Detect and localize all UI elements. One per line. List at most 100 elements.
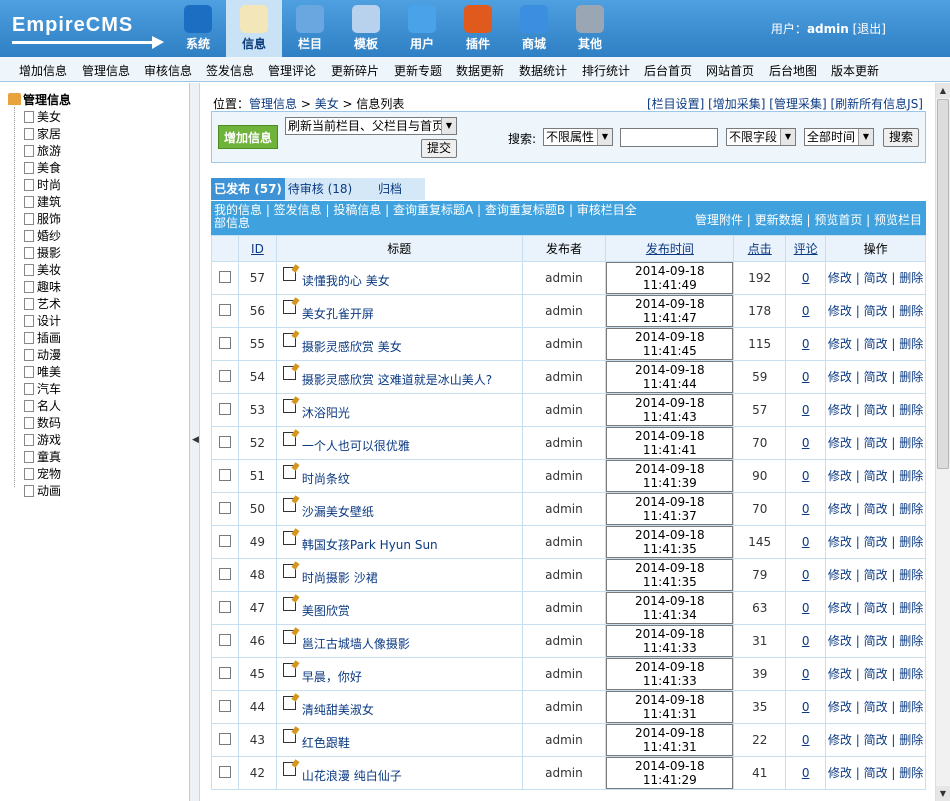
edit-document-icon[interactable] [282, 564, 296, 578]
scroll-thumb[interactable] [937, 99, 949, 469]
row-title-link[interactable]: 美女孔雀开屏 [302, 307, 374, 321]
edit-link[interactable]: 修改 [828, 304, 852, 318]
row-checkbox[interactable] [218, 270, 231, 283]
tree-item[interactable]: 美食 [24, 159, 61, 176]
tree-item[interactable]: 建筑 [24, 193, 61, 210]
nav-folder[interactable]: 栏目 [282, 0, 338, 57]
edit-link[interactable]: 修改 [828, 733, 852, 747]
action-links[interactable]: 管理附件 | 更新数据 | 预览首页 | 预览栏目 [695, 211, 922, 228]
scroll-down-icon[interactable]: ▼ [936, 786, 950, 801]
quick-edit-link[interactable]: 简改 [864, 667, 888, 681]
col-id[interactable]: ID [237, 235, 277, 262]
tab-published[interactable]: 已发布 (57) [211, 178, 285, 200]
row-title-link[interactable]: 读懂我的心 美女 [302, 274, 390, 288]
row-comments-link[interactable]: 0 [802, 403, 810, 417]
attribute-select[interactable]: 不限属性 ▼ [543, 128, 613, 146]
edit-document-icon[interactable] [282, 531, 296, 545]
row-title-link[interactable]: 红色跟鞋 [302, 736, 350, 750]
col-clicks[interactable]: 点击 [733, 235, 787, 262]
row-title-link[interactable]: 邕江古城墙人像摄影 [302, 637, 410, 651]
edit-link[interactable]: 修改 [828, 436, 852, 450]
row-time-field[interactable]: 2014-09-18 11:41:35 [606, 559, 734, 591]
row-time-field[interactable]: 2014-09-18 11:41:33 [606, 658, 734, 690]
edit-document-icon[interactable] [282, 696, 296, 710]
edit-link[interactable]: 修改 [828, 535, 852, 549]
row-time-field[interactable]: 2014-09-18 11:41:43 [606, 394, 734, 426]
tree-item[interactable]: 唯美 [24, 363, 61, 380]
row-checkbox[interactable] [218, 369, 231, 382]
edit-link[interactable]: 修改 [828, 469, 852, 483]
menu-item[interactable]: 更新碎片 [331, 62, 379, 79]
row-title-link[interactable]: 一个人也可以很优雅 [302, 439, 410, 453]
edit-link[interactable]: 修改 [828, 601, 852, 615]
row-time-field[interactable]: 2014-09-18 11:41:41 [606, 427, 734, 459]
row-comments-link[interactable]: 0 [802, 502, 810, 516]
row-time-field[interactable]: 2014-09-18 11:41:31 [606, 724, 734, 756]
menu-item[interactable]: 签发信息 [206, 62, 254, 79]
row-checkbox[interactable] [218, 633, 231, 646]
row-checkbox[interactable] [218, 402, 231, 415]
tree-item[interactable]: 服饰 [24, 210, 61, 227]
row-checkbox[interactable] [218, 732, 231, 745]
tree-item[interactable]: 美妆 [24, 261, 61, 278]
menu-item[interactable]: 后台地图 [769, 62, 817, 79]
quick-edit-link[interactable]: 简改 [864, 700, 888, 714]
row-time-field[interactable]: 2014-09-18 11:41:45 [606, 328, 734, 360]
row-comments-link[interactable]: 0 [802, 535, 810, 549]
delete-link[interactable]: 删除 [899, 469, 923, 483]
delete-link[interactable]: 删除 [899, 535, 923, 549]
breadcrumb-category[interactable]: 美女 [315, 97, 339, 111]
edit-document-icon[interactable] [282, 498, 296, 512]
quick-edit-link[interactable]: 简改 [864, 469, 888, 483]
edit-document-icon[interactable] [282, 729, 296, 743]
nav-user[interactable]: 用户 [394, 0, 450, 57]
row-title-link[interactable]: 韩国女孩Park Hyun Sun [302, 538, 438, 552]
row-comments-link[interactable]: 0 [802, 436, 810, 450]
edit-document-icon[interactable] [282, 432, 296, 446]
row-title-link[interactable]: 时尚条纹 [302, 472, 350, 486]
tree-item[interactable]: 数码 [24, 414, 61, 431]
row-title-link[interactable]: 沙漏美女壁纸 [302, 505, 374, 519]
edit-document-icon[interactable] [282, 333, 296, 347]
row-checkbox[interactable] [218, 336, 231, 349]
tree-item[interactable]: 名人 [24, 397, 61, 414]
delete-link[interactable]: 删除 [899, 733, 923, 747]
nav-globe[interactable]: 系统 [170, 0, 226, 57]
delete-link[interactable]: 删除 [899, 304, 923, 318]
keyword-input[interactable] [620, 128, 718, 147]
quick-edit-link[interactable]: 简改 [864, 766, 888, 780]
row-time-field[interactable]: 2014-09-18 11:41:44 [606, 361, 734, 393]
quick-edit-link[interactable]: 简改 [864, 535, 888, 549]
row-comments-link[interactable]: 0 [802, 304, 810, 318]
row-comments-link[interactable]: 0 [802, 601, 810, 615]
edit-link[interactable]: 修改 [828, 403, 852, 417]
row-checkbox[interactable] [218, 468, 231, 481]
delete-link[interactable]: 删除 [899, 568, 923, 582]
delete-link[interactable]: 删除 [899, 502, 923, 516]
row-title-link[interactable]: 清纯甜美淑女 [302, 703, 374, 717]
time-select[interactable]: 全部时间 ▼ [804, 128, 874, 146]
row-title-link[interactable]: 早晨，你好 [302, 670, 362, 684]
submit-button[interactable]: 提交 [421, 139, 457, 158]
tree-item[interactable]: 婚纱 [24, 227, 61, 244]
row-comments-link[interactable]: 0 [802, 469, 810, 483]
edit-document-icon[interactable] [282, 366, 296, 380]
scroll-up-icon[interactable]: ▲ [936, 83, 950, 98]
delete-link[interactable]: 删除 [899, 766, 923, 780]
menu-item[interactable]: 管理评论 [268, 62, 316, 79]
row-comments-link[interactable]: 0 [802, 271, 810, 285]
menu-item[interactable]: 管理信息 [82, 62, 130, 79]
quick-edit-link[interactable]: 简改 [864, 733, 888, 747]
delete-link[interactable]: 删除 [899, 634, 923, 648]
tree-item[interactable]: 美女 [24, 108, 61, 125]
tree-item[interactable]: 汽车 [24, 380, 61, 397]
delete-link[interactable]: 删除 [899, 370, 923, 384]
tree-item[interactable]: 家居 [24, 125, 61, 142]
tab-archive[interactable]: 归档 [355, 178, 425, 200]
row-time-field[interactable]: 2014-09-18 11:41:49 [606, 262, 734, 294]
nav-card[interactable]: 商城 [506, 0, 562, 57]
menu-item[interactable]: 网站首页 [706, 62, 754, 79]
menu-item[interactable]: 后台首页 [644, 62, 692, 79]
row-checkbox[interactable] [218, 765, 231, 778]
edit-document-icon[interactable] [282, 630, 296, 644]
